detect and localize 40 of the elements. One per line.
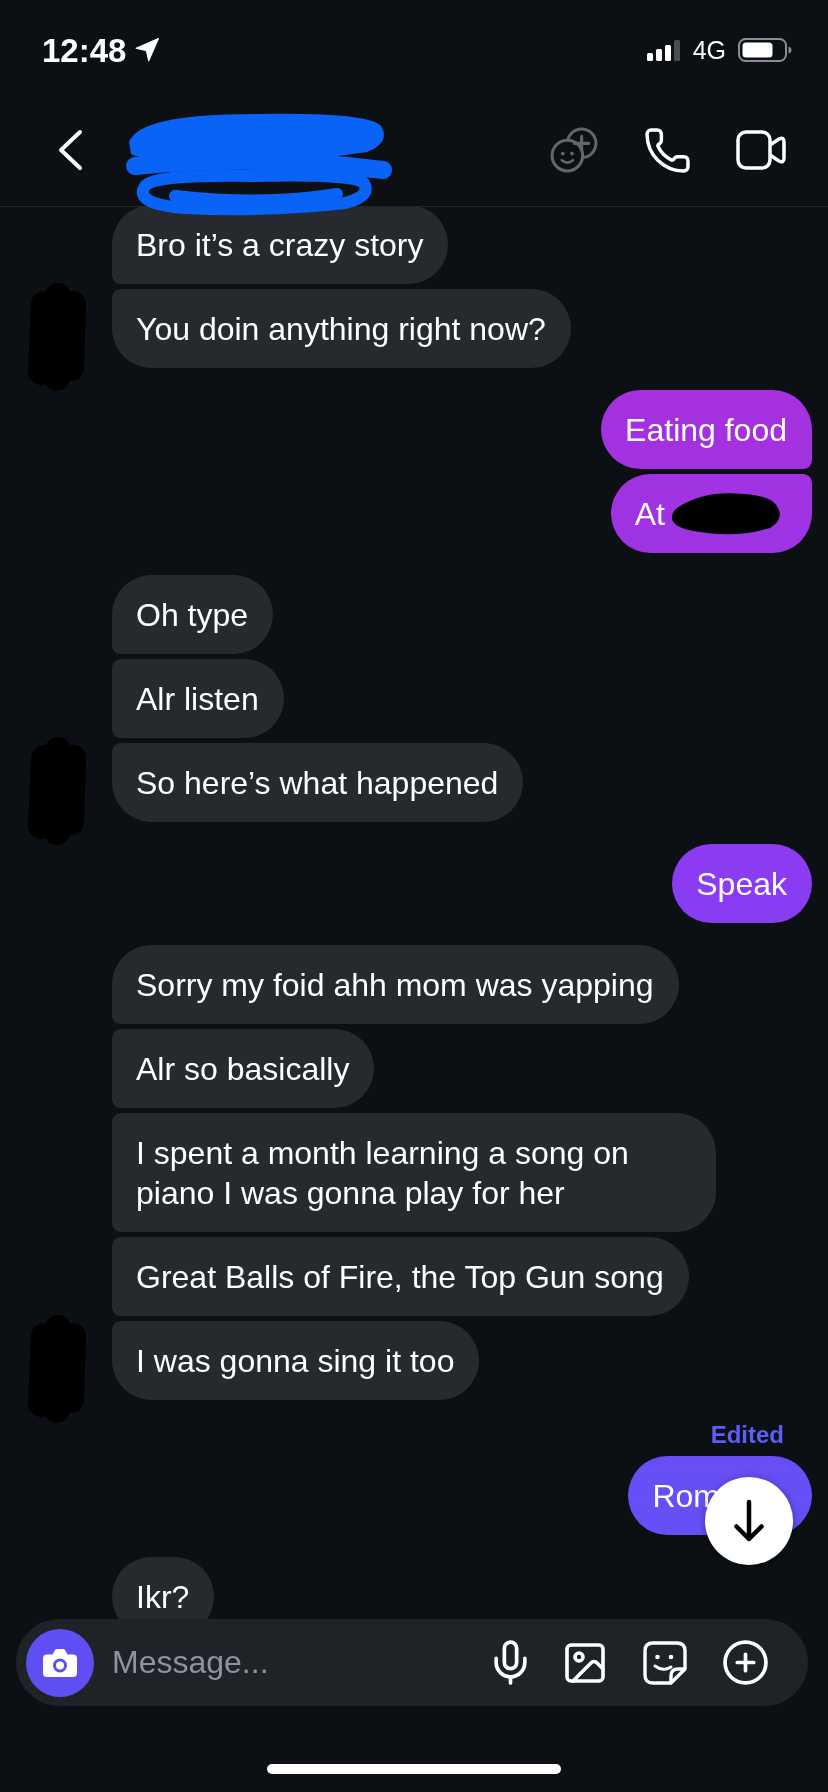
network-type: 4G xyxy=(692,37,726,63)
battery-icon xyxy=(738,38,792,62)
message-text: So here’s what happened xyxy=(136,763,499,803)
sticker-button[interactable] xyxy=(643,1640,687,1685)
camera-icon xyxy=(42,1647,78,1678)
back-button[interactable] xyxy=(57,129,83,171)
sticker-icon xyxy=(643,1640,687,1685)
video-call-button[interactable] xyxy=(736,130,786,170)
signal-icon xyxy=(646,39,681,61)
message-text: Great Balls of Fire, the Top Gun song xyxy=(136,1257,664,1297)
video-camera-icon xyxy=(736,130,786,170)
arrow-down-icon xyxy=(733,1499,765,1543)
smiley-plus-icon xyxy=(550,127,599,173)
message-text: At xyxy=(634,494,665,534)
message-text: Speak xyxy=(696,864,787,904)
location-arrow-icon xyxy=(135,38,160,62)
voice-button[interactable] xyxy=(494,1640,527,1685)
message-text: Bro it’s a crazy story xyxy=(136,225,424,265)
effects-button[interactable] xyxy=(550,127,599,173)
message-text: I was gonna sing it too xyxy=(136,1341,455,1381)
message-text: Alr so basically xyxy=(136,1049,350,1089)
chevron-left-icon xyxy=(57,129,83,171)
microphone-icon xyxy=(494,1640,527,1685)
message-text: Eating food xyxy=(625,410,787,450)
message-text: You doin anything right now? xyxy=(136,309,546,349)
plus-circle-icon xyxy=(723,1640,768,1685)
message-input[interactable]: Message... xyxy=(112,1640,457,1685)
message-text: Alr listen xyxy=(136,679,259,719)
message-text: Sorry my foid ahh mom was yapping xyxy=(136,965,654,1005)
image-icon xyxy=(563,1640,607,1685)
edited-label: Edited xyxy=(710,1422,784,1448)
add-button[interactable] xyxy=(723,1640,768,1685)
camera-button[interactable] xyxy=(26,1628,94,1697)
call-button[interactable] xyxy=(645,127,690,173)
status-time: 12:48 xyxy=(42,33,127,67)
message-text: Oh type xyxy=(136,595,249,635)
phone-icon xyxy=(645,127,690,173)
gallery-button[interactable] xyxy=(563,1640,607,1685)
message-text: I spent a month learning a song on piano I was gonna play for her xyxy=(136,1133,630,1213)
message-text: Ikr? xyxy=(136,1577,190,1617)
